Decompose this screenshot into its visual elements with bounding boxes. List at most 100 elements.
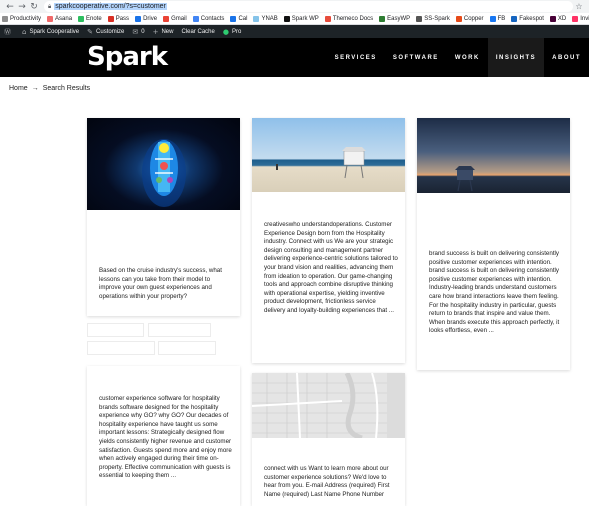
bookmark-item[interactable]: Cal (230, 15, 248, 22)
bookmark-item[interactable]: Themeco Docs (324, 15, 374, 22)
lifeguard-tower-sunset-illustration (455, 166, 475, 192)
admin-site-link[interactable]: ⌂ Spark Cooperative (22, 28, 79, 36)
tag-placeholder (158, 341, 216, 355)
bookmark-item[interactable]: Copper (455, 15, 484, 22)
bookmark-favicon-icon (324, 15, 331, 22)
main-nav: SERVICES SOFTWARE WORK INSIGHTS ABOUT (327, 38, 589, 77)
bookmark-label: FB (497, 15, 506, 22)
result-card[interactable]: connect with us Want to learn more about… (252, 373, 405, 506)
bookmarks-bar: Productivity Asana Enote Pass Drive Gmail Cont… (0, 13, 589, 25)
pro-icon: ● (222, 27, 229, 36)
bookmark-favicon-icon (107, 15, 114, 22)
bookmark-star-icon[interactable]: ☆ (573, 2, 585, 11)
nav-about[interactable]: ABOUT (544, 38, 589, 77)
bookmark-favicon-icon (253, 15, 260, 22)
card-excerpt: connect with us Want to learn more about… (264, 465, 390, 498)
bookmark-item[interactable]: FB (489, 15, 506, 22)
bookmark-label: Asana (55, 15, 73, 22)
result-card[interactable]: customer experience software for hospita… (87, 366, 240, 506)
bookmark-favicon-icon (78, 15, 85, 22)
site-logo[interactable]: Spark (87, 42, 168, 72)
lifeguard-tower-illustration (276, 147, 366, 179)
bookmark-label: Enote (86, 15, 102, 22)
address-bar[interactable]: 🔒︎ sparkcooperative.com/?s=customer (44, 1, 573, 12)
bookmark-label: Drive (143, 15, 158, 22)
bookmark-item[interactable]: Enote (78, 15, 102, 22)
tag-placeholder (87, 323, 144, 337)
bookmark-item[interactable]: SS-Spark (416, 15, 450, 22)
bookmark-label: YNAB (261, 15, 278, 22)
bookmark-item[interactable]: Gmail (163, 15, 187, 22)
result-card[interactable]: Based on the cruise industry's success, … (87, 118, 240, 316)
tag-placeholder (87, 341, 155, 355)
admin-customize-link[interactable]: ✎ Customize (87, 28, 124, 36)
url-text: sparkcooperative.com/?s=customer (54, 3, 167, 10)
result-card[interactable]: creativeswho understandoperations. Custo… (252, 118, 405, 363)
bookmark-favicon-icon (489, 15, 496, 22)
card-image-cruise-ship (87, 118, 240, 210)
bookmark-label: Contacts (200, 15, 225, 22)
wp-admin-bar: Ⓦ ⌂ Spark Cooperative ✎ Customize ✉ 0 + New … (0, 25, 589, 38)
bookmark-favicon-icon (2, 15, 8, 22)
street-map-illustration (252, 373, 405, 441)
bookmark-item[interactable]: Invision (572, 15, 589, 22)
bookmark-item[interactable]: Productivity (2, 15, 42, 22)
home-icon: ⌂ (22, 27, 27, 36)
admin-comments-link[interactable]: ✉ 0 (132, 28, 144, 36)
nav-insights[interactable]: INSIGHTS (487, 38, 545, 77)
nav-software[interactable]: SOFTWARE (385, 38, 447, 77)
nav-services[interactable]: SERVICES (327, 38, 385, 77)
bookmark-label: Fakespot (519, 15, 544, 22)
bookmark-favicon-icon (455, 15, 462, 22)
bookmark-item[interactable]: XD (549, 15, 567, 22)
bookmark-favicon-icon (192, 15, 199, 22)
nav-work[interactable]: WORK (447, 38, 488, 77)
back-icon[interactable]: ← (4, 1, 16, 13)
comment-icon: ✉ (132, 27, 139, 36)
reload-icon[interactable]: ↻ (28, 1, 40, 13)
bookmark-label: Productivity (10, 15, 42, 22)
bookmark-item[interactable]: Fakespot (511, 15, 544, 22)
bookmark-label: Gmail (171, 15, 187, 22)
bookmark-item[interactable]: Pass (107, 15, 130, 22)
bookmark-favicon-icon (230, 15, 237, 22)
bookmark-item[interactable]: EasyWP (379, 15, 411, 22)
breadcrumb-current: Search Results (42, 85, 91, 92)
forward-icon[interactable]: → (16, 1, 28, 13)
bookmark-favicon-icon (135, 15, 142, 22)
breadcrumb: Home → Search Results (9, 85, 90, 92)
breadcrumb-separator: → (31, 85, 39, 92)
bookmark-item[interactable]: Drive (135, 15, 158, 22)
bookmark-favicon-icon (549, 15, 556, 22)
bookmark-favicon-icon (47, 15, 54, 22)
bookmark-label: EasyWP (387, 15, 411, 22)
bookmark-item[interactable]: Asana (47, 15, 73, 22)
admin-pro-link[interactable]: ● Pro (223, 28, 241, 36)
bookmark-item[interactable]: Spark WP (283, 15, 319, 22)
bookmark-item[interactable]: Contacts (192, 15, 225, 22)
bookmark-label: Spark WP (291, 15, 319, 22)
bookmark-favicon-icon (163, 15, 170, 22)
card-excerpt: creativeswho understandoperations. Custo… (264, 221, 398, 314)
bookmark-label: Cal (238, 15, 248, 22)
breadcrumb-home[interactable]: Home (9, 85, 28, 92)
bookmark-label: SS-Spark (424, 15, 450, 22)
bookmark-favicon-icon (283, 15, 290, 22)
card-excerpt: customer experience software for hospita… (99, 395, 232, 480)
bookmark-label: Invision (580, 15, 589, 22)
result-card[interactable]: brand success is built on delivering con… (417, 118, 570, 370)
bookmark-item[interactable]: YNAB (253, 15, 278, 22)
cruise-ship-illustration (142, 139, 186, 207)
card-image-sunset-beach (417, 118, 570, 193)
admin-clear-cache-link[interactable]: Clear Cache (181, 29, 214, 35)
bookmark-label: Themeco Docs (332, 15, 374, 22)
bookmark-label: XD (557, 15, 567, 22)
bookmark-label: Pass (115, 15, 130, 22)
bookmark-favicon-icon (379, 15, 386, 22)
admin-new-link[interactable]: + New (153, 28, 174, 36)
bookmark-label: Copper (463, 15, 484, 22)
bookmark-favicon-icon (572, 15, 579, 22)
tag-placeholder (148, 323, 211, 337)
site-header: Spark SERVICES SOFTWARE WORK INSIGHTS ABOUT (0, 38, 589, 77)
wordpress-logo-icon[interactable]: Ⓦ (4, 27, 14, 37)
